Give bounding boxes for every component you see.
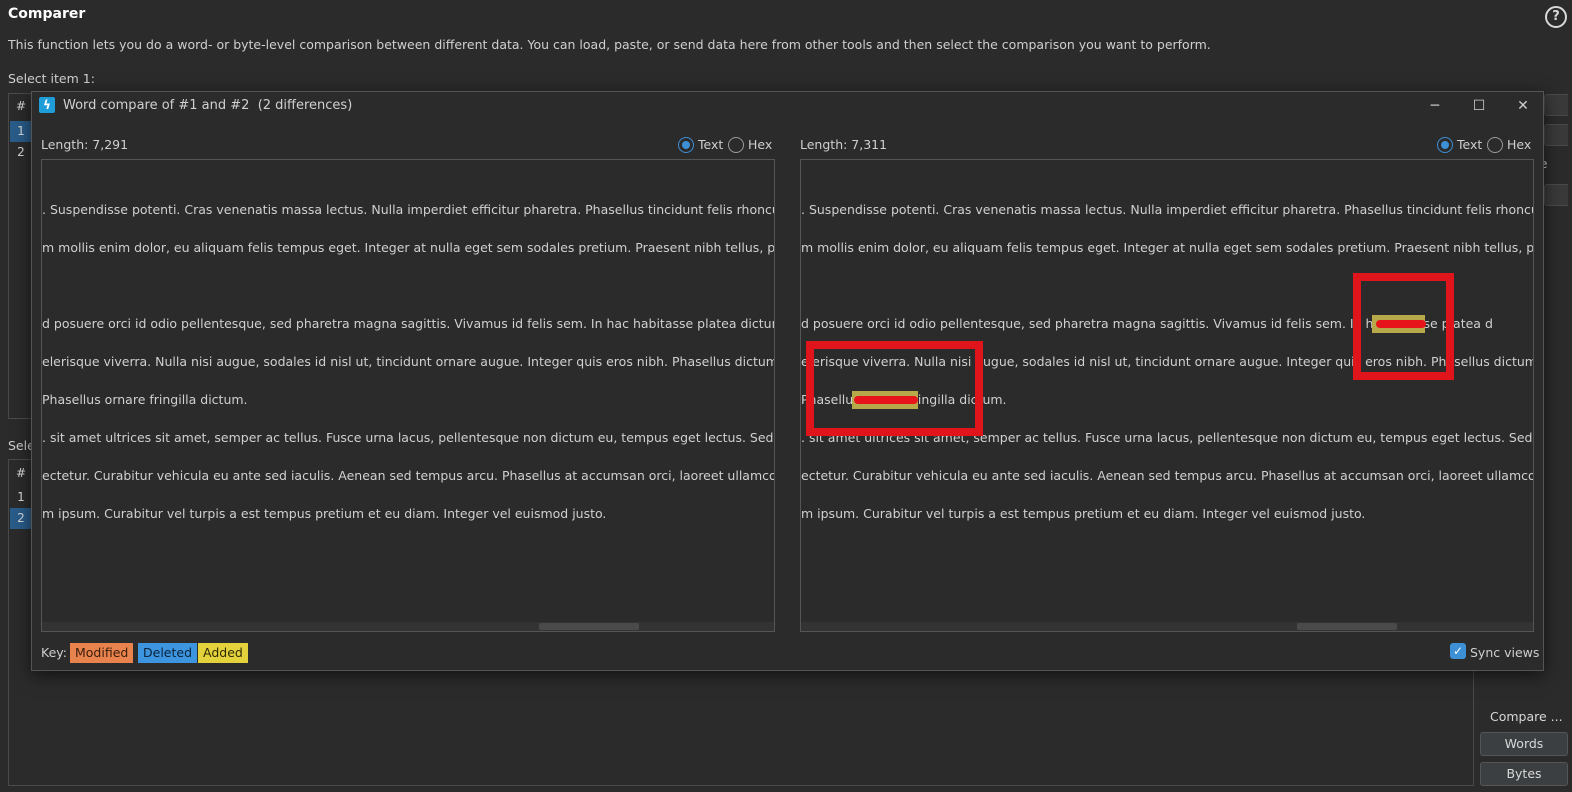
table-row[interactable]: 1 <box>10 121 32 142</box>
side-button-partial[interactable] <box>1544 94 1568 116</box>
word-compare-dialog: ϟ Word compare of #1 and #2 (2 differenc… <box>31 91 1544 671</box>
text-line: d posuere orci id odio pellentesque, sed… <box>42 316 775 331</box>
text-line: . Suspendisse potenti. Cras venenatis ma… <box>801 202 1534 217</box>
words-button[interactable]: Words <box>1480 732 1568 756</box>
right-text-pane[interactable]: . Suspendisse potenti. Cras venenatis ma… <box>800 159 1534 632</box>
text-line: . sit amet ultrices sit amet, semper ac … <box>42 430 775 445</box>
maximize-icon[interactable]: ☐ <box>1464 94 1494 118</box>
left-length-label: Length: 7,291 <box>41 137 129 152</box>
table-header: # <box>15 466 27 480</box>
right-text-radio-label: Text <box>1457 137 1483 152</box>
key-label: Key: <box>41 645 67 660</box>
key-added-chip: Added <box>198 643 248 663</box>
right-hex-radio-label: Hex <box>1507 137 1532 152</box>
text-line: m ipsum. Curabitur vel turpis a est temp… <box>42 506 607 521</box>
page-title: Comparer <box>8 6 86 22</box>
close-icon[interactable]: ✕ <box>1508 94 1538 118</box>
text-line: m ipsum. Curabitur vel turpis a est temp… <box>801 506 1366 521</box>
key-deleted-chip: Deleted <box>138 643 198 663</box>
text-line: elerisque viverra. Nulla nisi augue, sod… <box>42 354 775 369</box>
table-row[interactable]: 1 <box>10 487 32 508</box>
text-line: ectetur. Curabitur vehicula eu ante sed … <box>801 468 1534 483</box>
left-text-radio[interactable] <box>678 137 694 153</box>
left-text-pane[interactable]: . Suspendisse potenti. Cras venenatis ma… <box>41 159 775 632</box>
left-hex-radio-label: Hex <box>748 137 773 152</box>
text-line: . Suspendisse potenti. Cras venenatis ma… <box>42 202 775 217</box>
compare-label: Compare ... <box>1490 709 1563 724</box>
table-header: # <box>15 99 27 113</box>
key-modified-chip: Modified <box>70 643 134 663</box>
scrollbar-thumb[interactable] <box>539 623 639 630</box>
burp-lightning-icon: ϟ <box>39 97 55 113</box>
side-button-partial[interactable] <box>1544 124 1568 146</box>
right-text-radio[interactable] <box>1437 137 1453 153</box>
page-description: This function lets you do a word- or byt… <box>8 37 1211 52</box>
minimize-icon[interactable]: ─ <box>1420 94 1450 118</box>
left-hex-radio[interactable] <box>728 137 744 153</box>
sync-views-label: Sync views <box>1470 645 1540 660</box>
text-line: Phasellus ornare fringilla dictum. <box>42 392 248 407</box>
horizontal-scrollbar[interactable] <box>801 622 1533 631</box>
horizontal-scrollbar[interactable] <box>42 622 774 631</box>
help-icon[interactable]: ? <box>1545 6 1567 28</box>
table-row[interactable]: 2 <box>10 142 32 163</box>
side-button-partial[interactable] <box>1544 184 1568 206</box>
annotation-box <box>1353 273 1454 380</box>
text-line: ectetur. Curabitur vehicula eu ante sed … <box>42 468 775 483</box>
scrollbar-thumb[interactable] <box>1297 623 1397 630</box>
right-hex-radio[interactable] <box>1487 137 1503 153</box>
sync-views-checkbox[interactable]: ✓ <box>1450 643 1466 659</box>
text-line: m mollis enim dolor, eu aliquam felis te… <box>801 240 1534 255</box>
select-item-1-label: Select item 1: <box>8 71 95 86</box>
right-length-label: Length: 7,311 <box>800 137 888 152</box>
left-text-radio-label: Text <box>698 137 724 152</box>
text-line: m mollis enim dolor, eu aliquam felis te… <box>42 240 775 255</box>
bytes-button[interactable]: Bytes <box>1480 762 1568 786</box>
annotation-box <box>806 341 983 436</box>
table-row[interactable]: 2 <box>10 508 32 529</box>
dialog-title: Word compare of #1 and #2 (2 differences… <box>63 98 353 113</box>
